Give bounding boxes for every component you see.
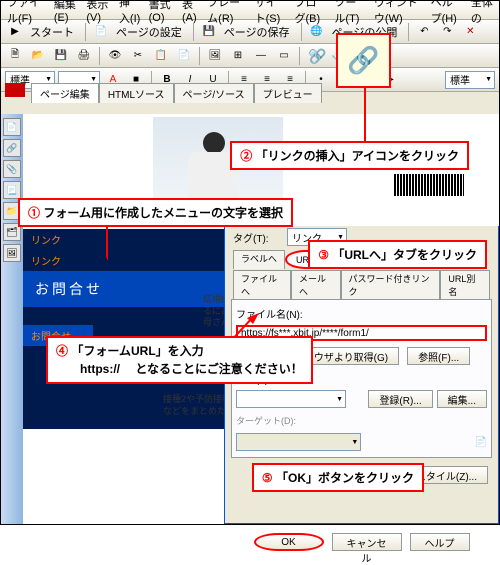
app-window: ファイル(F) 編集(E) 表示(V) 挿入(I) 書式(O) 表(A) フレー… — [0, 0, 500, 525]
close-icon[interactable]: ✕ — [460, 22, 480, 42]
callout-3: ③ 「URLへ」タブをクリック — [308, 240, 487, 269]
tab-html-source[interactable]: HTMLソース — [99, 83, 174, 103]
toolbar-1: ▶ スタート 📄 ページの設定 💾 ページの保存 🌐 ページの公開 ↶ ↷ ✕ — [1, 20, 499, 44]
save2-icon[interactable]: 💾 — [51, 46, 71, 66]
tab-url-alias[interactable]: URL別名 — [440, 270, 490, 299]
doc-tabs: ページ編集 HTMLソース ページ/ソース プレビュー — [31, 83, 322, 103]
nav-contact-selected[interactable]: お問合せ — [23, 271, 233, 307]
form-icon[interactable]: ▭ — [274, 46, 294, 66]
start-icon[interactable]: ▶ — [5, 22, 25, 42]
alias-combo[interactable] — [236, 390, 346, 408]
callout-5: ⑤ 「OK」ボタンをクリック — [252, 463, 424, 492]
tab-page-edit[interactable]: ページ編集 — [31, 83, 99, 103]
print-icon[interactable]: 🖨 — [74, 46, 94, 66]
tab-to-file[interactable]: ファイルへ — [233, 270, 291, 299]
tab-page-source[interactable]: ページ/ソース — [174, 83, 254, 103]
menu-format[interactable]: 書式(O) — [145, 0, 178, 26]
menubar: ファイル(F) 編集(E) 表示(V) 挿入(I) 書式(O) 表(A) フレー… — [1, 1, 499, 20]
open-icon[interactable]: 📂 — [28, 46, 48, 66]
callout-2: ② 「リンクの挿入」アイコンをクリック — [230, 141, 469, 170]
ok-button[interactable]: OK — [254, 533, 324, 551]
new-icon[interactable]: 🗎 — [5, 46, 25, 66]
save-icon[interactable]: 💾 — [199, 22, 219, 42]
start-label[interactable]: スタート — [28, 24, 80, 40]
nav-link-2[interactable]: リンク — [23, 250, 233, 271]
cut-icon[interactable]: ✂ — [128, 46, 148, 66]
dialog-tabs-row2: ファイルへ メールへ パスワード付きリンク URL別名 — [225, 268, 498, 299]
tab-to-label[interactable]: ラベルへ — [233, 250, 285, 269]
tab-to-mail[interactable]: メールへ — [291, 270, 341, 299]
image-icon[interactable]: 🖼 — [205, 46, 225, 66]
table-icon[interactable]: ⊞ — [228, 46, 248, 66]
sidebar: 📄 🔗 📎 📃 📁 🗂 🖼 — [1, 114, 23, 524]
tab-preview[interactable]: プレビュー — [254, 83, 322, 103]
page-save-label[interactable]: ページの保存 — [222, 24, 296, 40]
preview-icon[interactable]: 👁 — [105, 46, 125, 66]
copy-icon[interactable]: 📋 — [151, 46, 171, 66]
nav-link-1[interactable]: リンク — [23, 229, 233, 250]
side-link-icon[interactable]: 🔗 — [3, 139, 21, 157]
barcode-image — [394, 174, 464, 196]
callout-1: ① フォーム用に作成したメニューの文字を選択 — [18, 198, 293, 227]
side-clip-icon[interactable]: 📎 — [3, 160, 21, 178]
side-image-icon[interactable]: 🖼 — [3, 244, 21, 262]
edit-button[interactable]: 編集... — [437, 390, 487, 408]
toolbar-2: 🗎 📂 💾 🖨 👁 ✂ 📋 📄 🖼 ⊞ — ▭ 🔍🔗 ⚓ ? — [1, 44, 499, 68]
register-button[interactable]: 登録(R)... — [368, 390, 432, 408]
page-settings-label[interactable]: ページの設定 — [114, 24, 188, 40]
cancel-button[interactable]: キャンセル — [332, 533, 402, 551]
hr-icon[interactable]: — — [251, 46, 271, 66]
redo-icon[interactable]: ↷ — [437, 22, 457, 42]
target-combo[interactable] — [236, 433, 361, 451]
paste-icon[interactable]: 📄 — [174, 46, 194, 66]
help-button[interactable]: ヘルプ — [410, 533, 470, 551]
menu-edit[interactable]: 編集(E) — [50, 0, 83, 26]
page-settings-icon[interactable]: 📄 — [91, 22, 111, 42]
undo-icon[interactable]: ↶ — [414, 22, 434, 42]
tag-label: タグ(T): — [233, 230, 283, 245]
tab-password-link[interactable]: パスワード付きリンク — [341, 270, 441, 299]
ref-button[interactable]: 参照(F)... — [407, 347, 470, 365]
side-doc-icon[interactable]: 📃 — [3, 181, 21, 199]
target-label: ターゲット(D): — [236, 414, 296, 427]
publish-icon[interactable]: 🌐 — [307, 22, 327, 42]
target-icon[interactable]: 📄 — [475, 437, 487, 448]
side-page-icon[interactable]: 📄 — [3, 118, 21, 136]
link-icon-zoomed: 🔗 — [336, 33, 391, 88]
style2-combo[interactable]: 標準 — [445, 71, 495, 89]
callout-4: ④ 「フォームURL」を入力 https:// となることにご注意ください！ — [46, 336, 313, 384]
link-insert-icon[interactable]: 🔍🔗 — [305, 46, 325, 66]
